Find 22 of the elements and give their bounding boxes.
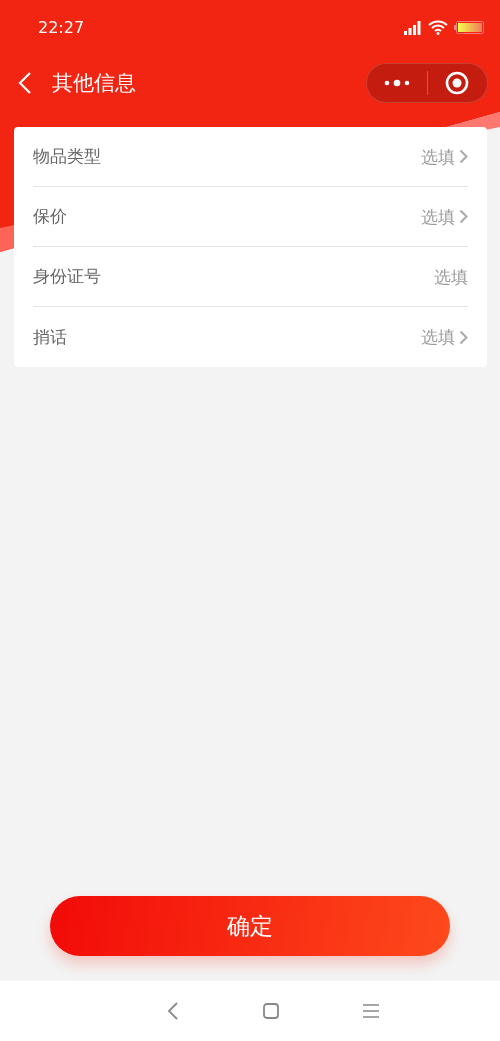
field-label: 保价 [33,205,68,228]
picker-field[interactable]: 选填 [163,327,455,347]
chevron-right-icon [459,209,468,224]
wifi-icon [428,20,448,35]
more-icon [383,78,410,87]
chevron-right-icon [459,329,468,345]
field-label: 物品类型 [33,145,102,168]
input-field[interactable]: 选填 [163,266,468,287]
chevron-right-icon [459,149,468,164]
page-title: 其他信息 [52,69,137,97]
confirm-button[interactable]: 确定 [50,896,450,956]
signal-icon [404,20,422,35]
home-icon[interactable] [263,1003,279,1019]
menu-icon[interactable] [363,1004,379,1018]
back-icon[interactable] [167,1002,179,1020]
picker-field[interactable]: 选填 [163,206,455,227]
field-label: 身份证号 [33,265,102,288]
picker-field[interactable]: 选填 [163,146,455,167]
target-icon [445,70,470,95]
field-label: 捎话 [33,325,68,349]
battery-icon [454,21,484,34]
status-time: 22:27 [38,18,86,37]
